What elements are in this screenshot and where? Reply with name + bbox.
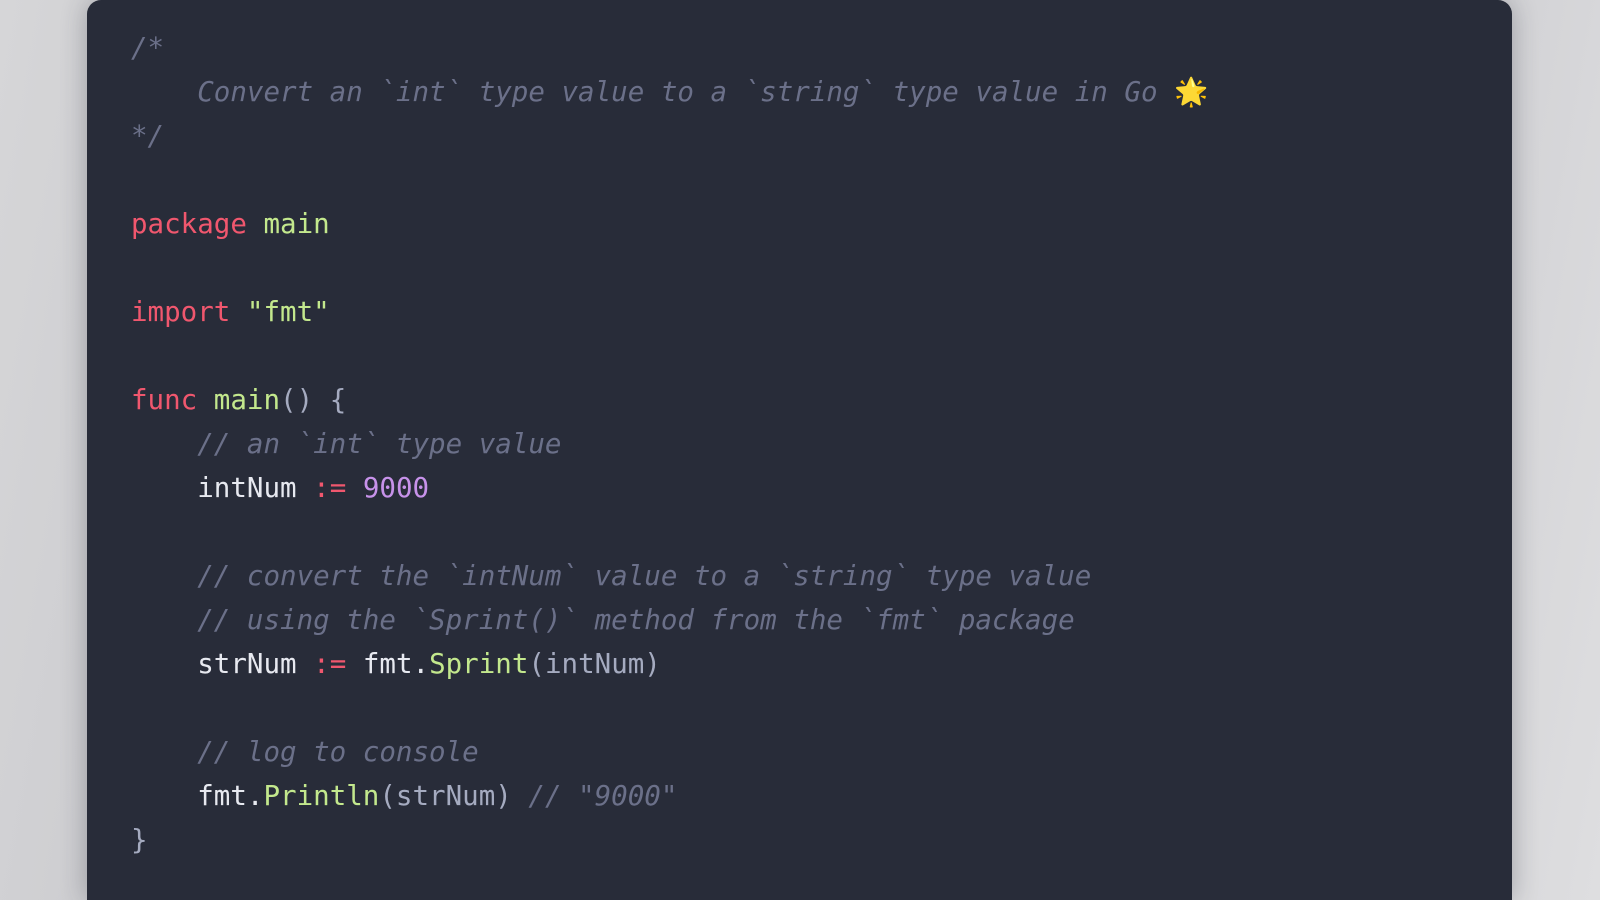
code-line-10: // an `int` type value bbox=[131, 422, 1512, 466]
code-line-8-blank bbox=[131, 334, 1512, 378]
import-path-string: "fmt" bbox=[246, 296, 330, 328]
assign-operator: := bbox=[313, 472, 347, 504]
code-line-3: */ bbox=[131, 114, 1512, 158]
code-line-5: package main bbox=[131, 202, 1512, 246]
comment-log-to-console: // log to console bbox=[197, 736, 479, 768]
method-sprint: Sprint bbox=[429, 648, 529, 680]
screenshot-stage: /* Convert an `int` type value to a `str… bbox=[0, 0, 1600, 900]
comment-indent bbox=[131, 76, 197, 108]
code-line-18: fmt.Println(strNum) // "9000" bbox=[131, 774, 1512, 818]
keyword-import: import bbox=[131, 296, 231, 328]
code-line-1: /* bbox=[131, 26, 1512, 70]
dot-operator: . bbox=[246, 780, 264, 812]
code-line-2: Convert an `int` type value to a `string… bbox=[131, 70, 1512, 114]
code-line-11: intNum := 9000 bbox=[131, 466, 1512, 510]
variable-intnum: intNum bbox=[197, 472, 297, 504]
package-ref-fmt: fmt bbox=[362, 648, 413, 680]
code-line-16-blank bbox=[131, 686, 1512, 730]
comment-convert-value: // convert the `intNum` value to a `stri… bbox=[197, 560, 1092, 592]
glowing-star-icon: 🌟 bbox=[1174, 76, 1209, 108]
number-literal-9000: 9000 bbox=[362, 472, 430, 504]
func-name-main: main bbox=[213, 384, 281, 416]
code-line-4-blank bbox=[131, 158, 1512, 202]
println-arguments: (strNum) bbox=[379, 780, 512, 812]
code-line-9: func main() { bbox=[131, 378, 1512, 422]
comment-expected-output: // "9000" bbox=[528, 780, 678, 812]
package-name: main bbox=[263, 208, 330, 240]
code-line-13: // convert the `intNum` value to a `stri… bbox=[131, 554, 1512, 598]
keyword-package: package bbox=[131, 208, 247, 240]
func-signature-tail: () { bbox=[280, 384, 347, 416]
code-line-6-blank bbox=[131, 246, 1512, 290]
code-line-19: } bbox=[131, 818, 1512, 862]
code-line-17: // log to console bbox=[131, 730, 1512, 774]
comment-int-type-value: // an `int` type value bbox=[197, 428, 562, 460]
method-println: Println bbox=[263, 780, 380, 812]
code-line-14: // using the `Sprint()` method from the … bbox=[131, 598, 1512, 642]
sprint-arguments: (intNum) bbox=[528, 648, 661, 680]
comment-block-close: */ bbox=[131, 120, 165, 152]
code-block[interactable]: /* Convert an `int` type value to a `str… bbox=[131, 26, 1512, 900]
variable-strnum: strNum bbox=[197, 648, 297, 680]
closing-brace: } bbox=[131, 824, 148, 856]
comment-using-sprint: // using the `Sprint()` method from the … bbox=[197, 604, 1075, 636]
keyword-func: func bbox=[131, 384, 198, 416]
assign-operator: := bbox=[313, 648, 347, 680]
package-ref-fmt: fmt bbox=[197, 780, 247, 812]
comment-block-open: /* bbox=[131, 32, 165, 64]
code-line-7: import "fmt" bbox=[131, 290, 1512, 334]
dot-operator: . bbox=[412, 648, 430, 680]
code-line-15: strNum := fmt.Sprint(intNum) bbox=[131, 642, 1512, 686]
code-snippet-card: /* Convert an `int` type value to a `str… bbox=[87, 0, 1512, 900]
code-line-12-blank bbox=[131, 510, 1512, 554]
comment-description: Convert an `int` type value to a `string… bbox=[197, 76, 1175, 108]
